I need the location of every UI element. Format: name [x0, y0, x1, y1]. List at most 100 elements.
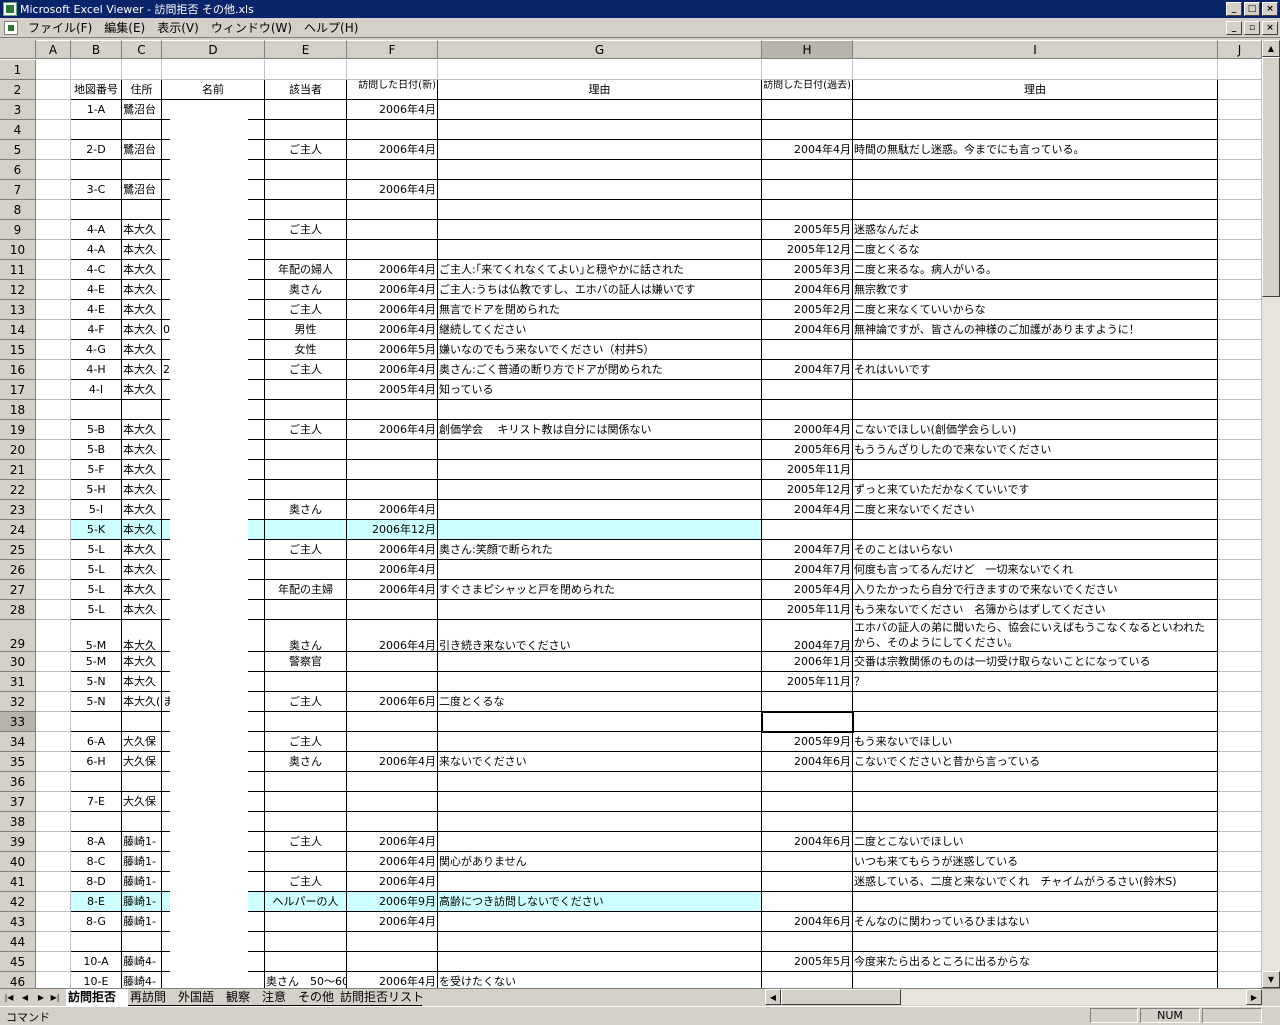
column-header-e[interactable]: E — [265, 40, 347, 59]
cell-e3[interactable] — [265, 100, 347, 120]
cell-h44[interactable] — [762, 932, 853, 952]
cell-g35[interactable]: 来ないでください — [438, 752, 762, 772]
cell-b1[interactable] — [71, 60, 122, 80]
cell-a34[interactable] — [36, 732, 71, 752]
cell-b41[interactable]: 8-D — [71, 872, 122, 892]
cell-h39[interactable]: 2004年6月 — [762, 832, 853, 852]
cell-g41[interactable] — [438, 872, 762, 892]
cell-b13[interactable]: 4-E — [71, 300, 122, 320]
cell-b18[interactable] — [71, 400, 122, 420]
cell-b9[interactable]: 4-A — [71, 220, 122, 240]
cell-j28[interactable] — [1218, 600, 1262, 620]
cell-a40[interactable] — [36, 852, 71, 872]
cell-g23[interactable] — [438, 500, 762, 520]
column-header-a[interactable]: A — [36, 40, 71, 59]
cell-h19[interactable]: 2000年4月 — [762, 420, 853, 440]
cell-g1[interactable] — [438, 60, 762, 80]
cell-b4[interactable] — [71, 120, 122, 140]
cell-c23[interactable]: 本大久 — [122, 500, 162, 520]
cell-c27[interactable]: 本大久 — [122, 580, 162, 600]
cell-c40[interactable]: 藤崎1- — [122, 852, 162, 872]
cell-b23[interactable]: 5-I — [71, 500, 122, 520]
cell-g28[interactable] — [438, 600, 762, 620]
cell-f4[interactable] — [347, 120, 438, 140]
cell-b44[interactable] — [71, 932, 122, 952]
last-sheet-icon[interactable]: ▶| — [48, 990, 62, 1005]
cell-i39[interactable]: 二度とこないでほしい — [853, 832, 1218, 852]
cell-b2[interactable]: 地図番号 — [71, 80, 122, 100]
cell-f29[interactable]: 2006年4月 — [347, 620, 438, 652]
cell-j12[interactable] — [1218, 280, 1262, 300]
cell-j7[interactable] — [1218, 180, 1262, 200]
cell-a27[interactable] — [36, 580, 71, 600]
menu-help[interactable]: ヘルプ(H) — [298, 19, 364, 37]
cell-i38[interactable] — [853, 812, 1218, 832]
cell-e42[interactable]: ヘルパーの人 — [265, 892, 347, 912]
cell-j34[interactable] — [1218, 732, 1262, 752]
cell-j25[interactable] — [1218, 540, 1262, 560]
sheet-tab-1[interactable]: 訪問拒否 — [66, 989, 128, 1006]
cell-j2[interactable] — [1218, 80, 1262, 100]
cell-c9[interactable]: 本大久 — [122, 220, 162, 240]
menu-edit[interactable]: 編集(E) — [98, 19, 151, 37]
cell-i21[interactable] — [853, 460, 1218, 480]
cell-a35[interactable] — [36, 752, 71, 772]
cell-j18[interactable] — [1218, 400, 1262, 420]
cell-c31[interactable]: 本大久 — [122, 672, 162, 692]
cell-j11[interactable] — [1218, 260, 1262, 280]
row-header[interactable]: 35 — [0, 752, 36, 772]
cell-a15[interactable] — [36, 340, 71, 360]
cell-c20[interactable]: 本大久 — [122, 440, 162, 460]
cell-f5[interactable]: 2006年4月 — [347, 140, 438, 160]
cell-h20[interactable]: 2005年6月 — [762, 440, 853, 460]
cell-g26[interactable] — [438, 560, 762, 580]
cell-h21[interactable]: 2005年11月 — [762, 460, 853, 480]
cell-h25[interactable]: 2004年7月 — [762, 540, 853, 560]
cell-h45[interactable]: 2005年5月 — [762, 952, 853, 972]
cell-i37[interactable] — [853, 792, 1218, 812]
cell-a31[interactable] — [36, 672, 71, 692]
cell-e9[interactable]: ご主人 — [265, 220, 347, 240]
cell-i31[interactable]: ？ — [853, 672, 1218, 692]
cell-f22[interactable] — [347, 480, 438, 500]
cell-a46[interactable] — [36, 972, 71, 988]
cell-a2[interactable] — [36, 80, 71, 100]
cell-g4[interactable] — [438, 120, 762, 140]
cell-a21[interactable] — [36, 460, 71, 480]
cell-g16[interactable]: 奥さん:ごく普通の断り方でドアが閉められた — [438, 360, 762, 380]
row-header[interactable]: 8 — [0, 200, 36, 220]
minimize-button[interactable]: _ — [1226, 2, 1242, 16]
cell-c32[interactable]: 本大久( — [122, 692, 162, 712]
cell-g27[interactable]: すぐさまピシャッと戸を閉められた — [438, 580, 762, 600]
cell-h34[interactable]: 2005年9月 — [762, 732, 853, 752]
vertical-scrollbar[interactable]: ▲ ▼ — [1262, 40, 1280, 988]
cell-g2[interactable]: 理由 — [438, 80, 762, 100]
cell-g19[interactable]: 創価学会 キリスト教は自分には関係ない — [438, 420, 762, 440]
sheet-tab-7[interactable]: 訪問拒否リスト — [338, 989, 424, 1006]
cell-j45[interactable] — [1218, 952, 1262, 972]
cell-j23[interactable] — [1218, 500, 1262, 520]
cell-b5[interactable]: 2-D — [71, 140, 122, 160]
cell-h35[interactable]: 2004年6月 — [762, 752, 853, 772]
cell-c25[interactable]: 本大久 — [122, 540, 162, 560]
cell-i44[interactable] — [853, 932, 1218, 952]
cell-i13[interactable]: 二度と来なくていいからな — [853, 300, 1218, 320]
cell-a17[interactable] — [36, 380, 71, 400]
cell-a33[interactable] — [36, 712, 71, 732]
row-header[interactable]: 31 — [0, 672, 36, 692]
cell-e8[interactable] — [265, 200, 347, 220]
cell-e28[interactable] — [265, 600, 347, 620]
cell-c8[interactable] — [122, 200, 162, 220]
cell-j43[interactable] — [1218, 912, 1262, 932]
cell-a30[interactable] — [36, 652, 71, 672]
row-header[interactable]: 38 — [0, 812, 36, 832]
cell-j36[interactable] — [1218, 772, 1262, 792]
cell-i1[interactable] — [853, 60, 1218, 80]
cell-e12[interactable]: 奥さん — [265, 280, 347, 300]
cell-j1[interactable] — [1218, 60, 1262, 80]
cell-e46[interactable]: 奥さん 50～60 — [265, 972, 347, 988]
cell-b36[interactable] — [71, 772, 122, 792]
cell-i25[interactable]: そのことはいらない — [853, 540, 1218, 560]
cell-e23[interactable]: 奥さん — [265, 500, 347, 520]
cell-c7[interactable]: 鷺沼台 — [122, 180, 162, 200]
